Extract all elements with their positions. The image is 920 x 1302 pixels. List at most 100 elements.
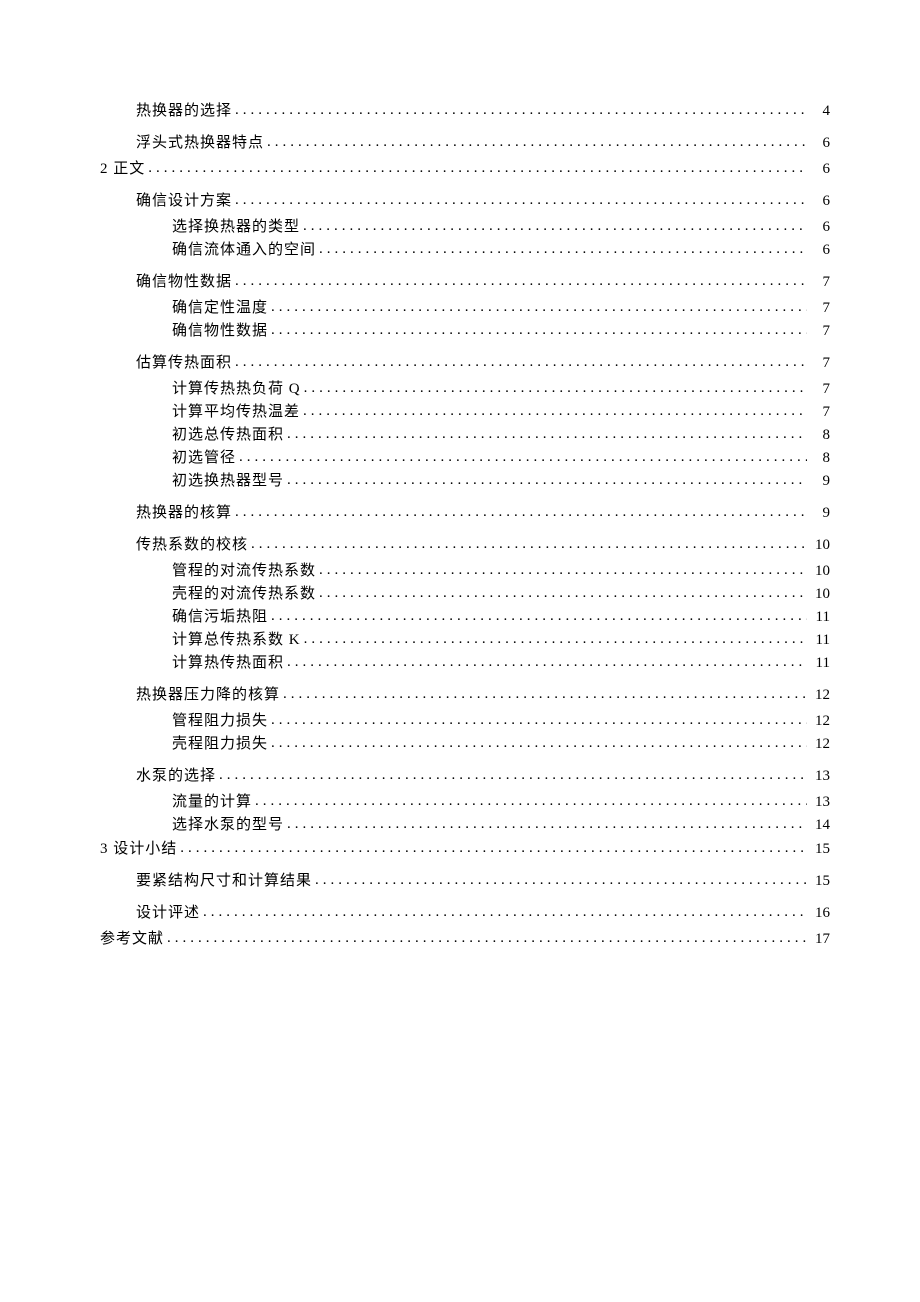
toc-entry-label: 水泵的选择 (136, 766, 216, 787)
toc-entry: 计算传热热负荷 Q 7 (100, 378, 830, 400)
toc-entry: 热换器压力降的核算 12 (100, 684, 830, 706)
toc-entry-page: 8 (810, 448, 830, 469)
toc-entry-label: 确信物性数据 (172, 321, 268, 342)
toc-entry-page: 11 (810, 653, 830, 674)
toc-leader-dots (303, 401, 807, 416)
toc-entry-label: 计算总传热系数 K (172, 630, 301, 651)
toc-leader-dots (304, 629, 807, 644)
toc-entry: 管程的对流传热系数10 (100, 560, 830, 582)
toc-entry: 要紧结构尺寸和计算结果 15 (100, 870, 830, 892)
toc-entry-page: 7 (810, 379, 830, 400)
toc-entry-label: 确信物性数据 (136, 272, 232, 293)
toc-entry-label: 管程阻力损失 (172, 711, 268, 732)
toc-entry-label: 初选换热器型号 (172, 471, 284, 492)
toc-entry: 确信物性数据7 (100, 271, 830, 293)
toc-leader-dots (271, 320, 807, 335)
toc-entry-page: 10 (810, 535, 830, 556)
toc-entry-page: 12 (810, 734, 830, 755)
toc-entry-page: 4 (810, 101, 830, 122)
toc-entry-label: 设计评述 (136, 903, 200, 924)
toc-entry: 壳程的对流传热系数10 (100, 583, 830, 605)
toc-entry: 计算总传热系数 K11 (100, 629, 830, 651)
toc-entry: 2 正文 6 (100, 158, 830, 180)
toc-entry-page: 7 (810, 353, 830, 374)
toc-entry: 3 设计小结15 (100, 838, 830, 860)
toc-entry-label: 2 正文 (100, 159, 145, 180)
toc-entry-page: 10 (810, 584, 830, 605)
toc-entry-page: 7 (810, 402, 830, 423)
toc-entry: 计算平均传热温差 7 (100, 401, 830, 423)
toc-entry: 确信流体通入的空间 6 (100, 239, 830, 261)
toc-entry-label: 流量的计算 (172, 792, 252, 813)
toc-entry-label: 参考文献 (100, 929, 164, 950)
toc-leader-dots (271, 710, 807, 725)
toc-entry-label: 计算平均传热温差 (172, 402, 300, 423)
toc-entry: 选择换热器的类型6 (100, 216, 830, 238)
toc-leader-dots (167, 928, 807, 943)
toc-entry: 确信定性温度 7 (100, 297, 830, 319)
toc-entry-label: 热换器的选择 (136, 101, 232, 122)
toc-entry-label: 确信设计方案 (136, 191, 232, 212)
toc-entry-page: 7 (810, 298, 830, 319)
toc-entry-label: 要紧结构尺寸和计算结果 (136, 871, 312, 892)
toc-leader-dots (235, 190, 807, 205)
toc-entry-page: 12 (810, 711, 830, 732)
toc-entry-label: 3 设计小结 (100, 839, 177, 860)
toc-entry: 流量的计算13 (100, 791, 830, 813)
toc-entry-label: 初选管径 (172, 448, 236, 469)
toc-leader-dots (235, 271, 807, 286)
toc-entry-page: 14 (810, 815, 830, 836)
toc-entry: 选择水泵的型号 14 (100, 814, 830, 836)
toc-leader-dots (287, 424, 807, 439)
toc-leader-dots (239, 447, 807, 462)
toc-entry-page: 16 (810, 903, 830, 924)
toc-entry: 热换器的核算 9 (100, 502, 830, 524)
toc-entry-label: 确信流体通入的空间 (172, 240, 316, 261)
toc-entry-label: 热换器的核算 (136, 503, 232, 524)
table-of-contents: 热换器的选择4浮头式热换器特点62 正文6确信设计方案6选择换热器的类型6确信流… (100, 100, 830, 950)
toc-entry-label: 热换器压力降的核算 (136, 685, 280, 706)
toc-entry-label: 估算传热面积 (136, 353, 232, 374)
toc-leader-dots (303, 216, 807, 231)
toc-entry: 浮头式热换器特点6 (100, 132, 830, 154)
toc-entry: 确信污垢热阻 11 (100, 606, 830, 628)
toc-leader-dots (287, 470, 807, 485)
toc-leader-dots (271, 606, 807, 621)
toc-entry-label: 计算传热热负荷 Q (172, 379, 301, 400)
toc-entry: 确信物性数据 7 (100, 320, 830, 342)
toc-entry: 传热系数的校核 10 (100, 534, 830, 556)
toc-entry-label: 选择水泵的型号 (172, 815, 284, 836)
toc-entry-page: 9 (810, 471, 830, 492)
toc-entry: 估算传热面积 7 (100, 352, 830, 374)
toc-entry-page: 15 (810, 871, 830, 892)
toc-leader-dots (304, 378, 807, 393)
toc-leader-dots (287, 814, 807, 829)
toc-entry-page: 9 (810, 503, 830, 524)
toc-entry: 壳程阻力损失12 (100, 733, 830, 755)
toc-entry-label: 浮头式热换器特点 (136, 133, 264, 154)
toc-leader-dots (255, 791, 807, 806)
toc-entry-page: 12 (810, 685, 830, 706)
toc-leader-dots (180, 838, 807, 853)
toc-entry-page: 13 (810, 766, 830, 787)
toc-entry-page: 7 (810, 321, 830, 342)
toc-leader-dots (319, 583, 807, 598)
toc-leader-dots (219, 765, 807, 780)
toc-entry-page: 6 (810, 159, 830, 180)
toc-entry-label: 初选总传热面积 (172, 425, 284, 446)
toc-entry: 水泵的选择 13 (100, 765, 830, 787)
toc-entry-page: 11 (810, 607, 830, 628)
toc-entry: 热换器的选择 4 (100, 100, 830, 122)
toc-entry-label: 传热系数的校核 (136, 535, 248, 556)
toc-entry-label: 确信定性温度 (172, 298, 268, 319)
toc-entry-label: 管程的对流传热系数 (172, 561, 316, 582)
toc-entry-page: 6 (810, 240, 830, 261)
toc-leader-dots (271, 733, 807, 748)
toc-leader-dots (319, 239, 807, 254)
toc-leader-dots (251, 534, 807, 549)
toc-entry: 初选换热器型号 9 (100, 470, 830, 492)
toc-leader-dots (283, 684, 807, 699)
toc-entry-label: 确信污垢热阻 (172, 607, 268, 628)
toc-leader-dots (319, 560, 807, 575)
toc-entry: 初选管径 8 (100, 447, 830, 469)
